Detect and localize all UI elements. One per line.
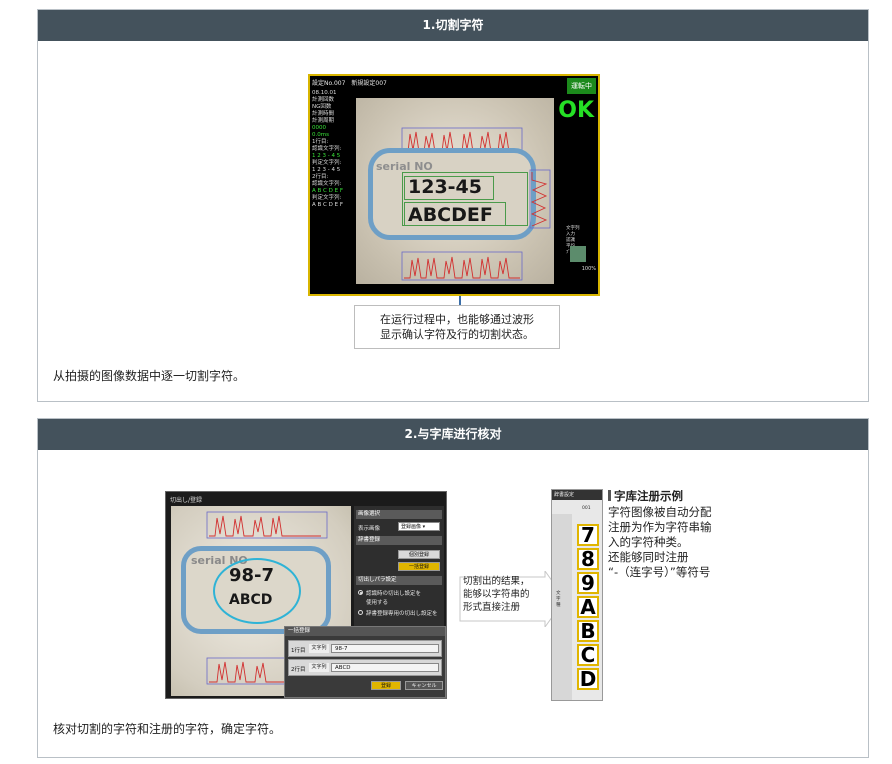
setting-panel: 画像選択 表示画像 登録画像 ▾ 辞書登録 個別登録 一括登録 切出しパラ設定 … [354, 506, 444, 626]
screen-title: 切出し/登録 [170, 497, 203, 504]
dialog-title: 一括登録 [285, 627, 445, 636]
dictionary-screen: 辞書設定 001 文字種 7 8 9 A B C D [551, 489, 603, 701]
dict-char-a[interactable]: A [577, 596, 599, 618]
monitor-percentage: 100% [581, 266, 596, 272]
monitor-thumbnail [570, 246, 586, 262]
cut-line-1: 98-7 [229, 565, 275, 586]
recognized-line-2: ABCDEF [408, 204, 493, 226]
register-button[interactable]: 登録 [371, 681, 401, 690]
section-dictionary-check: 2.与字库进行核对 切出し/登録 serial NO 98-7 ABCD 画像選… [37, 418, 869, 758]
dict-char-b[interactable]: B [577, 620, 599, 642]
row2-string-input[interactable]: ABCD [331, 663, 439, 672]
section-2-header: 2.与字库进行核对 [38, 419, 868, 450]
monitor-setting-title: 設定No.007 新規設定007 [312, 80, 387, 87]
dict-char-7[interactable]: 7 [577, 524, 599, 546]
column-waveform-bottom [401, 251, 523, 281]
dict-char-8[interactable]: 8 [577, 548, 599, 570]
row1-string-input[interactable]: 98-7 [331, 644, 439, 653]
dict-char-9[interactable]: 9 [577, 572, 599, 594]
cut-register-screen: 切出し/登録 serial NO 98-7 ABCD 画像選択 表示画像 登録画… [165, 491, 447, 699]
radio1-label-2: 使用する [366, 600, 389, 606]
dictionary-register-section: 辞書登録 [356, 536, 442, 545]
section-cut-characters: 1.切割字符 設定No.007 新規設定007 08.10.01 計測回数 NG… [37, 9, 869, 402]
char-type-label: 文字種 [556, 591, 561, 608]
cancel-button[interactable]: キャンセル [405, 681, 443, 690]
chevron-down-icon: ▾ [422, 524, 426, 530]
dictionary-example-desc: 字符图像被自动分配 注册为作为字符串输 入的字符种类。 还能够同时注册 “-（连… [608, 505, 712, 579]
dictionary-example-title: 字库注册示例 [608, 488, 683, 504]
dictionary-title: 辞書設定 [552, 490, 602, 500]
cut-line-2: ABCD [229, 592, 273, 608]
recognized-line-1: 123-45 [408, 176, 482, 198]
row-waveform [529, 169, 551, 229]
camera-image: serial NO 123-45 ABCDEF [356, 98, 554, 284]
use-recognition-setting-radio[interactable] [358, 590, 363, 595]
column-waveform-top-2 [206, 511, 328, 539]
radio1-label: 認識時の切出し設定を [366, 591, 422, 597]
dict-char-d[interactable]: D [577, 668, 599, 690]
dictionary-only-setting-radio[interactable] [358, 610, 363, 615]
display-image-select[interactable]: 登録画像 ▾ [398, 522, 440, 531]
dict-char-c[interactable]: C [577, 644, 599, 666]
ok-indicator: OK [558, 98, 594, 123]
section-1-caption: 从拍摄的图像数据中逐一切割字符。 [53, 369, 246, 383]
cut-param-section: 切出しパラ設定 [356, 576, 442, 585]
title-bar-icon [608, 490, 611, 501]
radio2-label: 辞書登録専用の切出し設定を [366, 611, 438, 617]
dictionary-number: 001 [582, 506, 591, 511]
batch-register-dialog: 一括登録 1行目 文字列 98-7 2行目 文字列 ABCD 登録 キャンセル [284, 626, 446, 698]
vision-monitor-screen: 設定No.007 新規設定007 08.10.01 計測回数 NG回数 計測時間… [308, 74, 600, 296]
image-select-section: 画像選択 [356, 510, 442, 519]
display-image-label: 表示画像 [358, 526, 381, 532]
waveform-callout: 在运行过程中，也能够通过波形 显示确认字符及行的切割状态。 [354, 305, 560, 349]
individual-register-button[interactable]: 個別登録 [398, 550, 440, 559]
dialog-row-2: 2行目 文字列 ABCD [288, 659, 442, 676]
running-badge: 運転中 [567, 78, 596, 94]
section-2-caption: 核对切割的字符和注册的字符，确定字符。 [53, 722, 282, 736]
arrow-text: 切割出的结果， 能够以字符串的 形式直接注册 [463, 576, 530, 613]
dialog-row-1: 1行目 文字列 98-7 [288, 640, 442, 657]
batch-register-button[interactable]: 一括登録 [398, 562, 440, 571]
section-1-header: 1.切割字符 [38, 10, 868, 41]
